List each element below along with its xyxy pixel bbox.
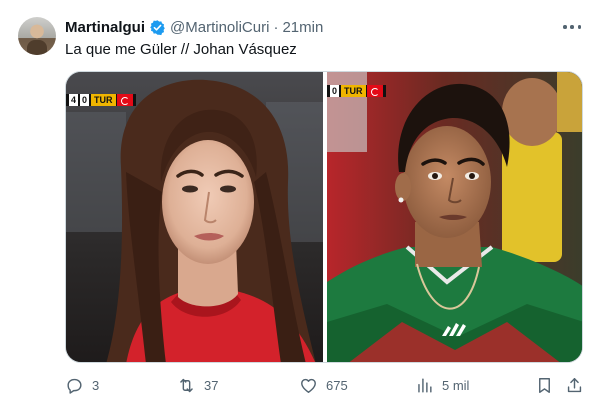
- media-photo-left[interactable]: 4 0 TUR: [66, 72, 323, 362]
- man-photo-illustration: [327, 72, 582, 362]
- bookmark-icon: [539, 377, 550, 393]
- tweet-actions: 3 37 675 5 mil: [65, 374, 583, 396]
- avatar[interactable]: [18, 17, 56, 55]
- views-button[interactable]: 5 mil: [415, 374, 469, 396]
- avatar-figure: [27, 40, 47, 55]
- repost-count: 37: [204, 377, 219, 393]
- reply-button[interactable]: 3: [65, 374, 99, 396]
- repost-icon: [180, 378, 193, 392]
- bookmark-button[interactable]: [535, 374, 554, 396]
- views-icon: [418, 377, 432, 393]
- verified-badge-icon: [150, 19, 165, 35]
- separator-dot: ·: [273, 18, 279, 36]
- tweet-media[interactable]: 4 0 TUR 0 TUR: [65, 71, 583, 363]
- scoreboard-overlay: 4 0 TUR: [66, 94, 136, 106]
- turkey-flag-icon: [366, 85, 383, 97]
- score-away: 0: [330, 85, 340, 97]
- turkey-flag-icon: [116, 94, 133, 106]
- heart-icon: [301, 378, 316, 393]
- more-icon[interactable]: [560, 18, 584, 36]
- tweet-header: Martinalgui @MartinoliCuri · 21min: [65, 17, 323, 37]
- views-count: 5 mil: [442, 377, 470, 393]
- repost-button[interactable]: 37: [177, 374, 218, 396]
- reply-count: 3: [92, 377, 100, 393]
- timestamp[interactable]: 21min: [282, 19, 323, 36]
- tweet-text: La que me Güler // Johan Vásquez: [65, 41, 297, 58]
- share-icon: [567, 377, 582, 392]
- more-dot: [563, 25, 567, 29]
- team-code: TUR: [91, 94, 116, 106]
- more-dot: [570, 25, 574, 29]
- author-handle[interactable]: @MartinoliCuri: [170, 19, 269, 36]
- tweet[interactable]: Martinalgui @MartinoliCuri · 21min La qu…: [0, 0, 606, 401]
- more-dot: [577, 25, 581, 29]
- score-away: 0: [80, 94, 90, 106]
- like-button[interactable]: 675: [299, 374, 348, 396]
- like-count: 675: [326, 377, 348, 393]
- author-name[interactable]: Martinalgui: [65, 19, 145, 36]
- share-button[interactable]: [565, 374, 584, 396]
- media-photo-right[interactable]: 0 TUR: [327, 72, 582, 362]
- scoreboard-overlay: 0 TUR: [327, 85, 386, 97]
- score-home: 4: [69, 94, 79, 106]
- team-code: TUR: [341, 85, 366, 97]
- reply-icon: [67, 378, 82, 394]
- woman-photo-illustration: [66, 72, 323, 362]
